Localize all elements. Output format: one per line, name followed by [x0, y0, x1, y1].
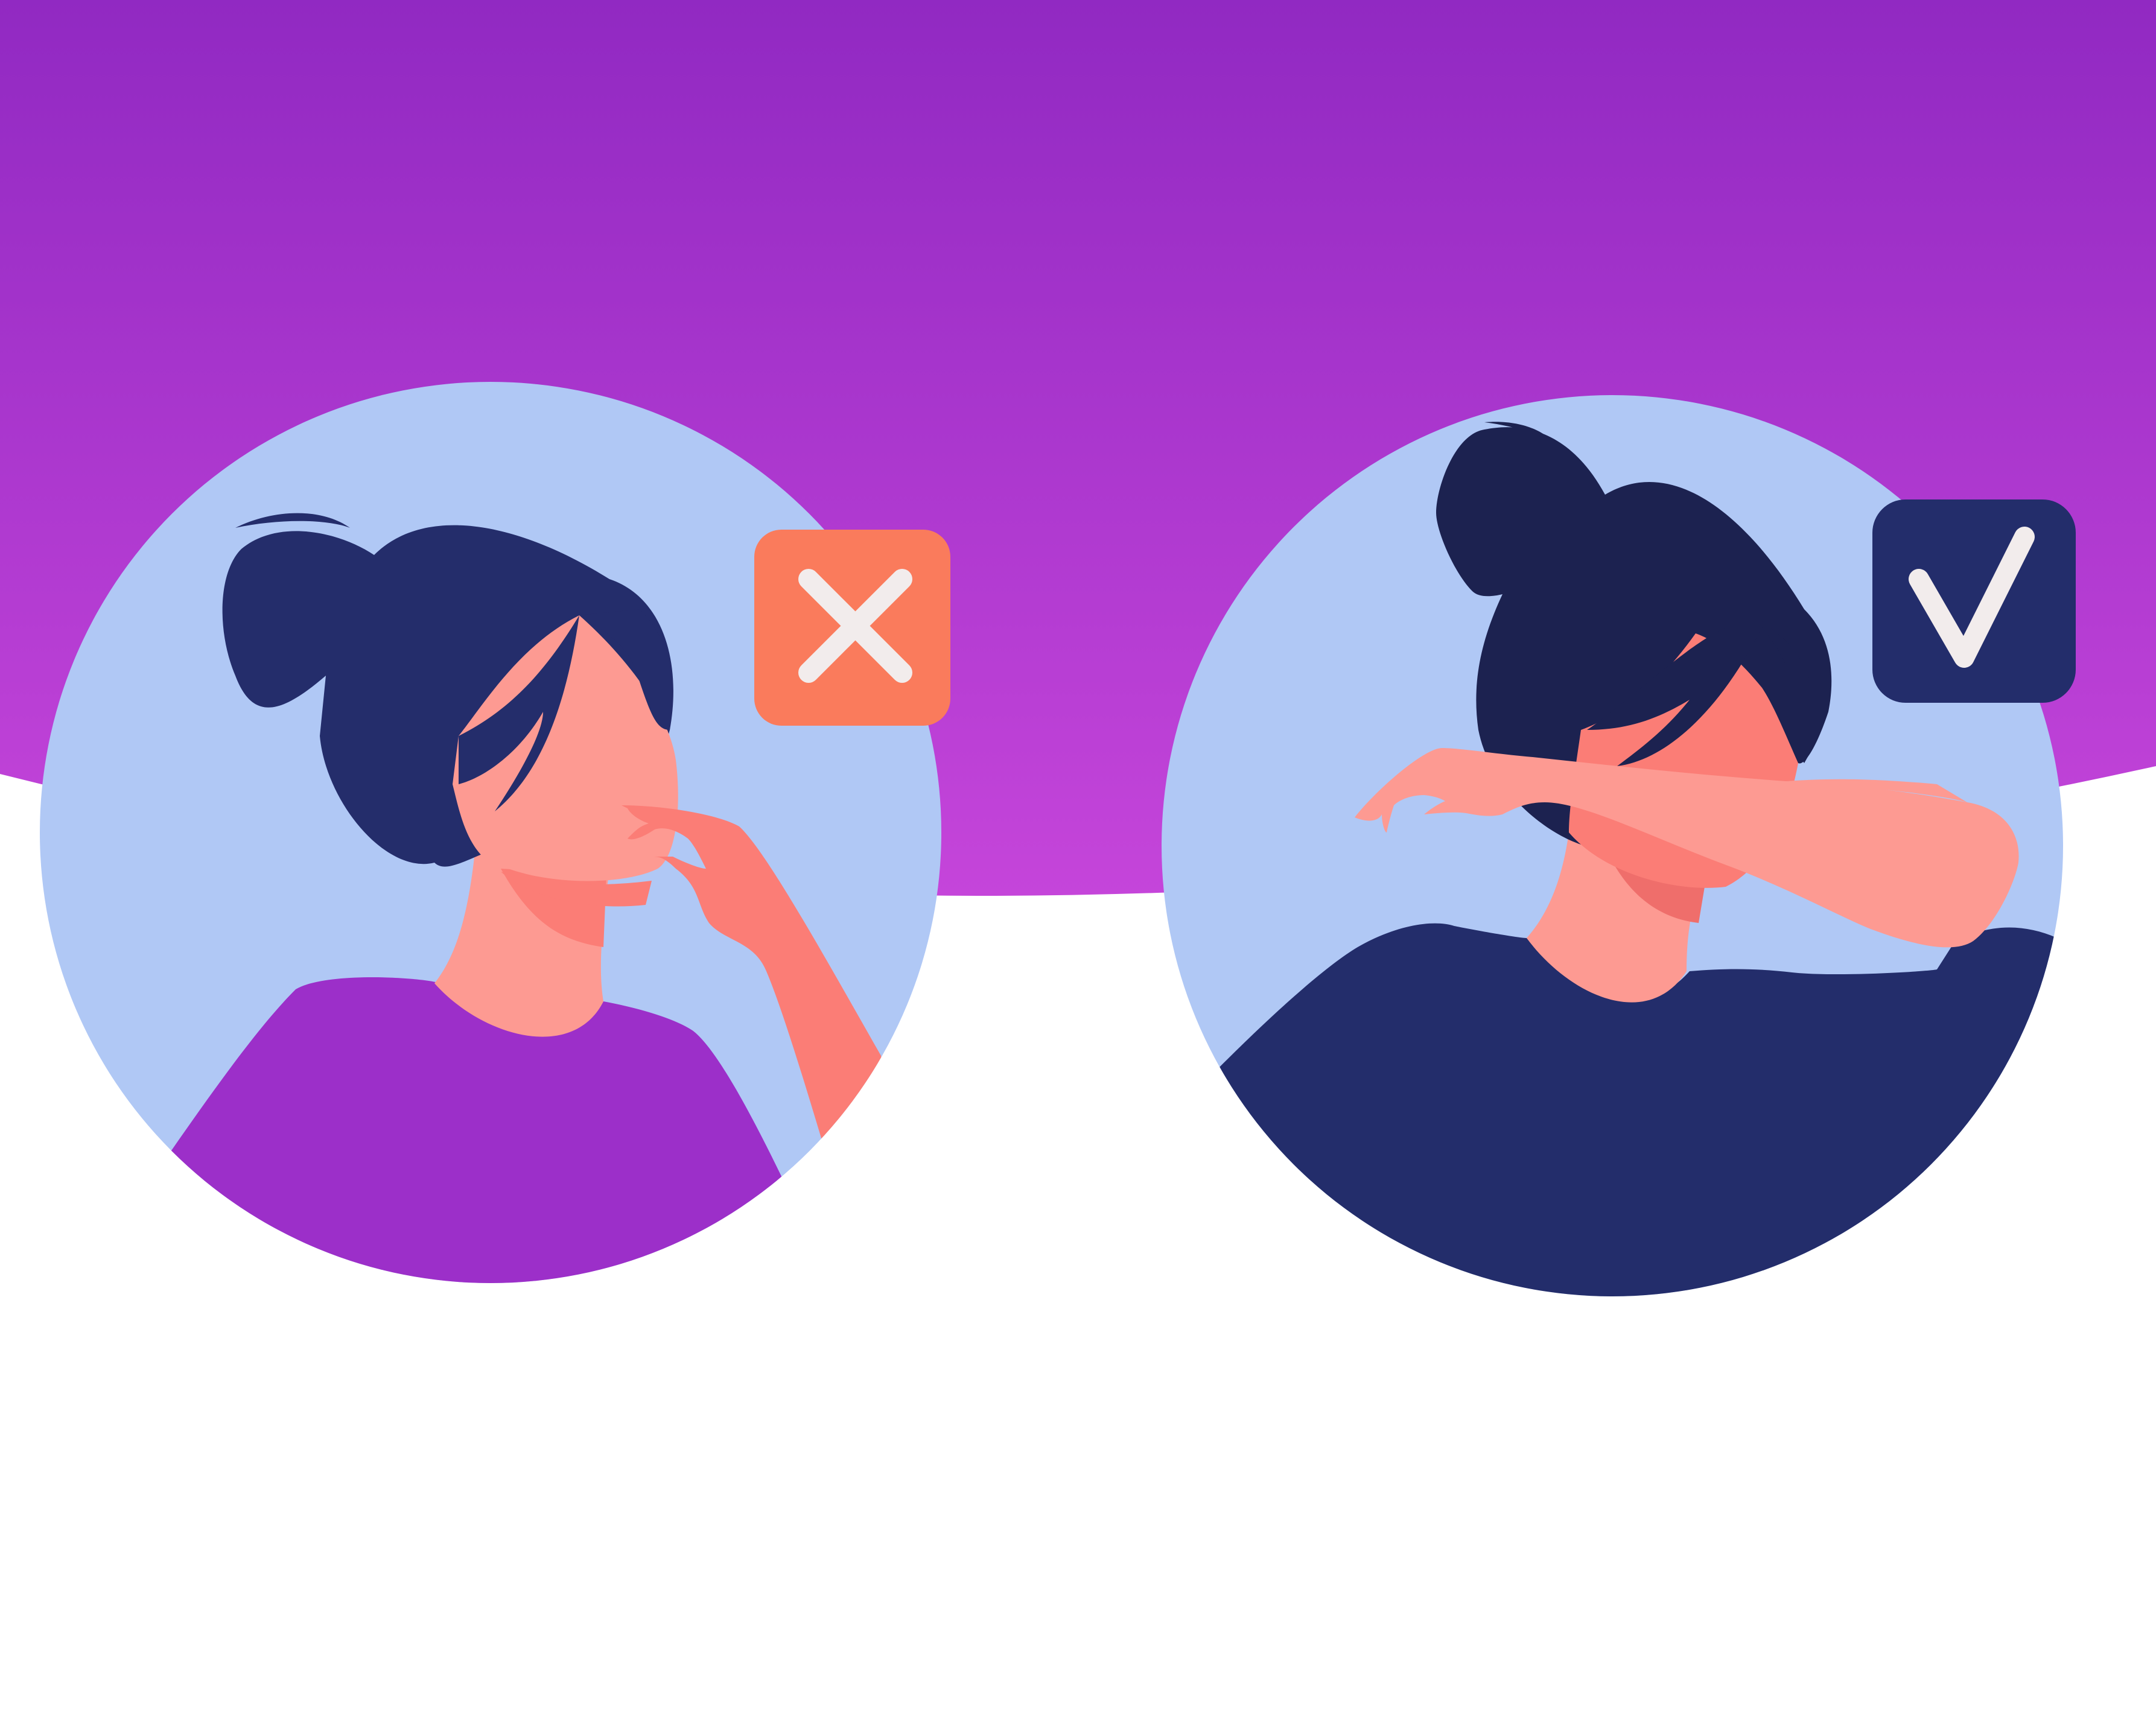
incorrect-cough-panel [40, 382, 950, 1283]
illustration [0, 0, 2156, 1296]
correct-badge-box [1872, 499, 2076, 703]
correct-badge [1872, 499, 2076, 703]
incorrect-badge [754, 530, 950, 726]
correct-cough-panel [1162, 395, 2076, 1296]
